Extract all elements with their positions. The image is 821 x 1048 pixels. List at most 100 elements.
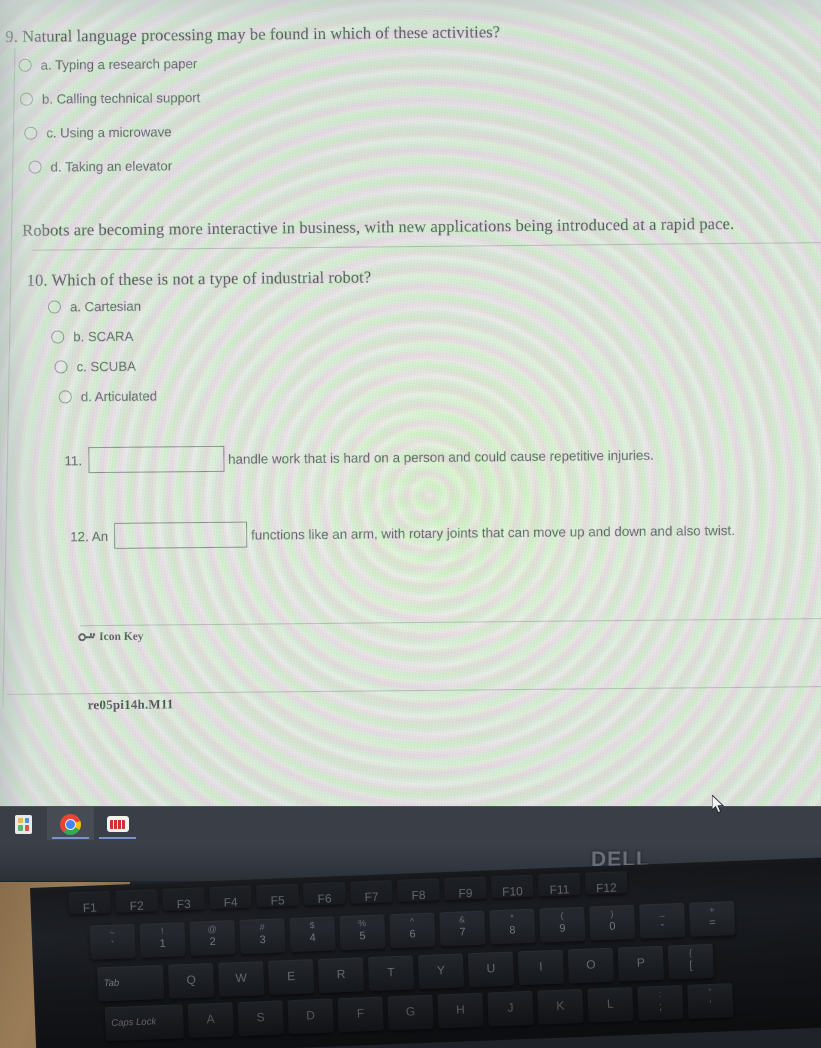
key-f7[interactable]: F7 [349,880,393,904]
taskbar-item-chrome[interactable] [47,807,94,841]
key-1[interactable]: ! 1 [139,922,186,958]
question-11-input[interactable] [87,445,225,474]
key-t[interactable]: T [367,955,415,992]
radio-9-a[interactable] [18,58,32,72]
taskbar-item-start-grid[interactable] [0,807,47,841]
key-u[interactable]: U [467,951,515,988]
key-quote[interactable]: " ' [687,983,734,1019]
grid-apps-icon [15,814,32,834]
radio-9-c[interactable] [24,126,38,140]
option-9-a[interactable]: a. Typing a research paper [18,56,197,73]
key-bracket-left[interactable]: {[ [667,943,714,980]
radio-9-d[interactable] [28,160,42,174]
key-semicolon[interactable]: :; [637,985,684,1021]
option-9-d[interactable]: d. Taking an elevator [28,158,173,175]
option-9-b[interactable]: b. Calling technical support [19,90,201,107]
key-d[interactable]: D [287,998,334,1035]
key-2[interactable]: @2 [189,920,236,956]
desk-photo-area: DELL SERIES SP2309 F1F2F3F4F5F6F7F8F9F10… [0,840,821,1048]
question-11-after-text: handle work that is hard on a person and… [227,447,654,467]
key-f8[interactable]: F8 [396,878,440,902]
monitor-screen-area: 9. Natural language processing may be fo… [0,0,821,806]
taskbar-active-underline-chrome [52,837,89,839]
key-f4[interactable]: F4 [209,885,252,910]
radio-10-d[interactable] [58,390,72,404]
question-11-row: 11. handle work that is hard on a person… [64,442,654,474]
key-icon [78,632,96,643]
key-p[interactable]: P [617,945,664,982]
key-o[interactable]: O [567,947,615,984]
option-9-b-label: b. Calling technical support [41,90,201,107]
option-10-c[interactable]: c. SCUBA [54,358,136,375]
key-7[interactable]: & 7 [439,910,486,947]
key-s[interactable]: S [237,1000,284,1037]
key-=[interactable]: + = [689,900,736,937]
dell-keyboard[interactable]: F1 F2 F3 F4 F5 F6 F7 F8 F9 F10 F11 F12 ~ `! 1 @2 #3 $4% 5… [30,856,821,1048]
option-9-d-label: d. Taking an elevator [50,158,173,175]
key-5[interactable]: % 5 [339,914,386,951]
key-f1[interactable]: F1 [68,890,112,915]
key-tab[interactable]: Tab [97,964,165,1002]
icon-key-label: Icon Key [99,630,144,644]
question-12-row: 12. An functions like an arm, with rotar… [70,517,735,549]
option-10-c-label: c. SCUBA [76,358,136,375]
key-8[interactable]: * 8 [489,908,536,945]
taskbar [0,806,821,841]
key-r[interactable]: R [317,957,365,993]
key-f12[interactable]: F12 [584,871,628,895]
key-6[interactable]: ^ 6 [389,912,436,949]
key-f[interactable]: F [337,996,384,1033]
key-f9[interactable]: F9 [443,876,487,901]
key-f3[interactable]: F3 [162,887,205,911]
key-i[interactable]: I [517,949,565,986]
key-4[interactable]: $4 [289,916,336,953]
screenshot-root: 9. Natural language processing may be fo… [0,0,821,1048]
document-left-rule [2,47,16,708]
radio-10-b[interactable] [51,330,65,344]
taskbar-item-epic-app[interactable] [94,807,141,841]
taskbar-active-underline-epic [99,837,136,839]
quiz-document: 9. Natural language processing may be fo… [0,0,821,806]
footer-document-code: re05pi14h.M11 [87,696,174,713]
key-9[interactable]: (9 [539,906,586,943]
key-l[interactable]: L [587,986,634,1023]
option-10-d[interactable]: d. Articulated [58,389,157,405]
key-f5[interactable]: F5 [256,883,299,908]
chrome-icon [60,813,81,835]
key-f10[interactable]: F10 [490,874,534,899]
question-10-text: 10. Which of these is not a type of indu… [26,267,372,290]
key-0[interactable]: ) 0 [589,904,636,941]
key-y[interactable]: Y [417,953,465,990]
divider-above-footer [6,686,821,695]
key-j[interactable]: J [487,990,534,1027]
key-caps-lock[interactable]: Caps Lock [104,1004,184,1042]
radio-9-b[interactable] [19,92,34,106]
key-f2[interactable]: F2 [115,889,158,913]
question-12-number: 12. An [70,528,109,544]
option-10-b[interactable]: b. SCARA [51,329,133,345]
radio-10-c[interactable] [54,360,68,374]
divider-above-icon-key [80,618,821,627]
key-3[interactable]: #3 [239,918,286,954]
option-10-b-label: b. SCARA [73,328,134,345]
key-k[interactable]: K [537,988,584,1025]
epic-app-icon [106,816,129,832]
option-9-c[interactable]: c. Using a microwave [24,124,172,141]
question-11-number: 11. [64,452,83,468]
key-f11[interactable]: F11 [537,872,581,897]
key-h[interactable]: H [437,992,484,1029]
key-f6[interactable]: F6 [303,881,346,906]
key--[interactable]: _ - [639,902,686,939]
option-10-a[interactable]: a. Cartesian [47,299,141,315]
key-w[interactable]: W [218,961,265,997]
key-`[interactable]: ~ ` [89,924,136,960]
option-9-c-label: c. Using a microwave [46,124,172,141]
question-12-input[interactable] [114,521,248,549]
key-q[interactable]: Q [168,963,215,999]
question-12-after-text: functions like an arm, with rotary joint… [251,522,735,543]
icon-key[interactable]: Icon Key [78,631,144,644]
radio-10-a[interactable] [47,300,62,314]
key-e[interactable]: E [267,959,315,995]
key-a[interactable]: A [187,1002,234,1039]
key-g[interactable]: G [387,994,434,1031]
